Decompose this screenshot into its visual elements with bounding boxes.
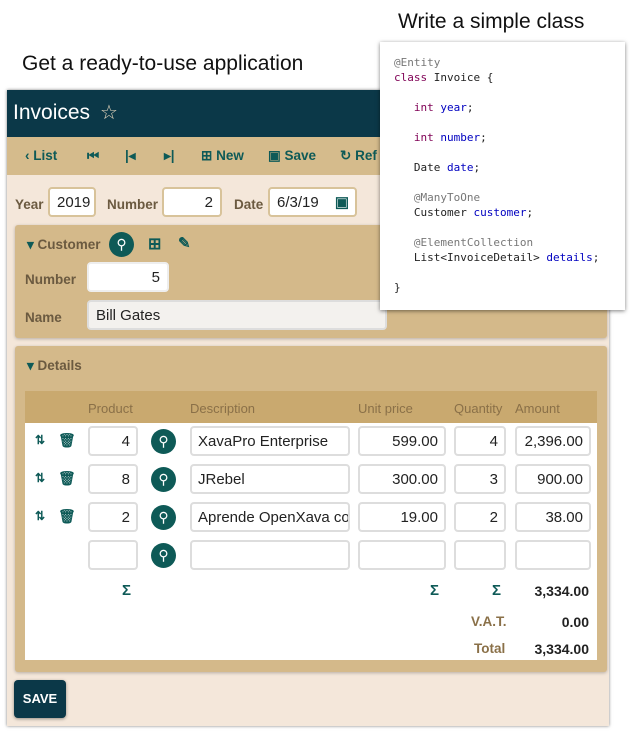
add-icon: ⊞ (201, 148, 213, 163)
edit-icon[interactable]: ✎ (178, 234, 191, 252)
unit-price-input[interactable] (358, 540, 446, 570)
search-icon[interactable]: ⚲ (151, 543, 176, 568)
details-toggle[interactable]: ▾ Details (27, 358, 82, 374)
amount-field: 2,396.00 (515, 426, 591, 456)
total-value: 3,334.00 (534, 641, 590, 657)
quantity-input[interactable]: 2 (454, 502, 506, 532)
column-header[interactable]: Amount (515, 401, 560, 416)
details-section: ▾ Details Product Description Unit price… (15, 346, 607, 672)
column-header[interactable]: Unit price (358, 401, 413, 416)
vat-value: 0.00 (561, 614, 589, 630)
caption-left: Get a ready-to-use application (22, 52, 304, 75)
sum-icon[interactable]: Σ (492, 582, 501, 599)
save-icon: ▣ (268, 148, 281, 163)
new-button[interactable]: ⊞ New (201, 148, 244, 164)
description-input[interactable]: Aprende OpenXava con (190, 502, 350, 532)
search-icon[interactable]: ⚲ (151, 467, 176, 492)
caption-right: Write a simple class (398, 10, 585, 33)
total-label: Total (474, 641, 506, 656)
amount-field: 900.00 (515, 464, 591, 494)
description-input[interactable] (190, 540, 350, 570)
product-input[interactable] (88, 540, 138, 570)
delete-icon[interactable]: 🗑 (58, 470, 76, 487)
product-input[interactable]: 8 (88, 464, 138, 494)
page-title: Invoices (13, 101, 91, 124)
details-table: Product Description Unit price Quantity … (25, 391, 597, 660)
sum-icon[interactable]: Σ (430, 582, 439, 599)
unit-price-input[interactable]: 300.00 (358, 464, 446, 494)
quantity-input[interactable]: 3 (454, 464, 506, 494)
unit-price-input[interactable]: 19.00 (358, 502, 446, 532)
customer-name-label: Name (25, 310, 62, 325)
amount-field: 38.00 (515, 502, 591, 532)
search-icon[interactable]: ⚲ (151, 505, 176, 530)
sum-icon[interactable]: Σ (122, 582, 131, 599)
column-header[interactable]: Description (190, 401, 255, 416)
date-label: Date (234, 197, 264, 212)
column-header[interactable]: Quantity (454, 401, 502, 416)
description-input[interactable]: JRebel (190, 464, 350, 494)
sum-value: 3,334.00 (534, 583, 590, 599)
customer-number-input[interactable]: 5 (87, 262, 169, 292)
description-input[interactable]: XavaPro Enterprise (190, 426, 350, 456)
unit-price-input[interactable]: 599.00 (358, 426, 446, 456)
number-label: Number (107, 197, 159, 212)
save-button[interactable]: SAVE (14, 680, 66, 718)
number-input[interactable]: 2 (162, 187, 222, 217)
date-input[interactable]: 6/3/19 ▣ (268, 187, 357, 217)
previous-icon[interactable]: |◂ (125, 148, 136, 164)
amount-field (515, 540, 591, 570)
column-header[interactable]: Product (88, 401, 133, 416)
table-header: Product Description Unit price Quantity … (25, 391, 597, 423)
list-button[interactable]: ‹ List (25, 148, 57, 163)
delete-icon[interactable]: 🗑 (58, 508, 76, 525)
next-icon[interactable]: ▸| (164, 148, 175, 164)
reorder-icon[interactable]: ⇅ (35, 433, 45, 447)
quantity-input[interactable]: 4 (454, 426, 506, 456)
reorder-icon[interactable]: ⇅ (35, 471, 45, 485)
customer-number-label: Number (25, 272, 77, 287)
search-icon[interactable]: ⚲ (151, 429, 176, 454)
add-icon[interactable]: ⊞ (148, 234, 161, 254)
calendar-icon[interactable]: ▣ (335, 193, 349, 211)
refresh-button[interactable]: ↻ Ref (340, 148, 377, 164)
delete-icon[interactable]: 🗑 (58, 432, 76, 449)
reorder-icon[interactable]: ⇅ (35, 509, 45, 523)
customer-toggle[interactable]: ▾ Customer (27, 237, 101, 253)
product-input[interactable]: 2 (88, 502, 138, 532)
star-icon[interactable]: ☆ (100, 102, 118, 124)
search-icon[interactable]: ⚲ (109, 232, 134, 257)
year-input[interactable]: 2019 (48, 187, 96, 217)
save-toolbar-button[interactable]: ▣ Save (268, 148, 316, 164)
product-input[interactable]: 4 (88, 426, 138, 456)
vat-label: V.A.T. (471, 614, 507, 629)
customer-name-input[interactable]: Bill Gates (87, 300, 387, 330)
year-label: Year (15, 197, 44, 212)
refresh-icon: ↻ (340, 148, 352, 163)
quantity-input[interactable] (454, 540, 506, 570)
code-panel: @Entity class Invoice { int year; int nu… (380, 42, 625, 310)
first-icon[interactable]: ⏮ (87, 148, 99, 164)
